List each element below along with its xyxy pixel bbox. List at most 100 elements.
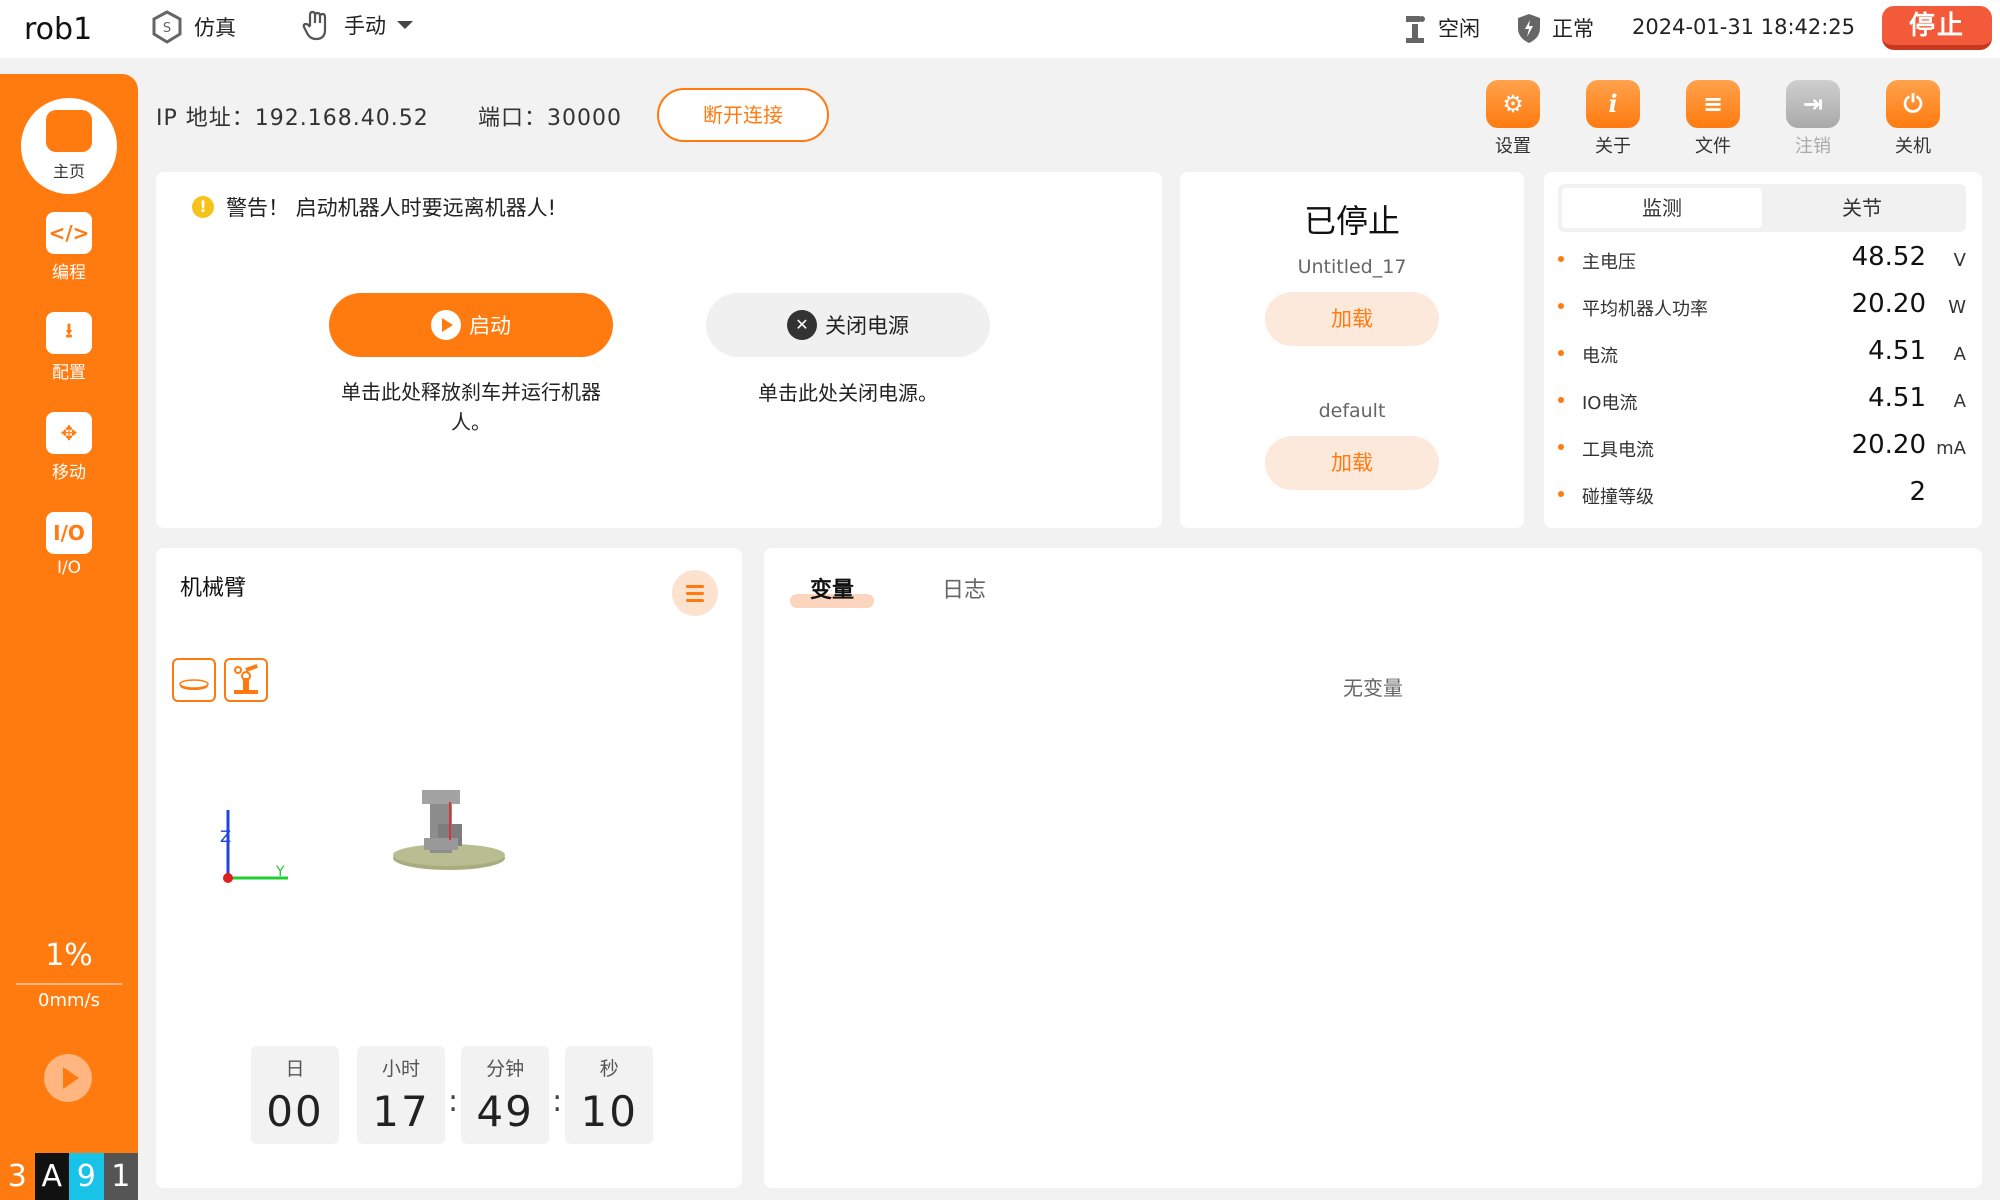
monitor-panel: 监测 关节 主电压 48.52 V 平均机器人功率 20.20 W 电流 4.5… <box>1544 172 1982 528</box>
monitor-row: 工具电流 20.20 mA <box>1558 430 1966 470</box>
timer-hours-label: 小时 <box>381 1058 420 1080</box>
io-icon: I/O <box>46 512 92 554</box>
play-circle-icon <box>431 310 461 340</box>
monitor-label: 电流 <box>1582 346 1618 367</box>
tab-log-label: 日志 <box>942 578 987 603</box>
robot-arm-icon <box>1406 16 1425 43</box>
monitor-unit: V <box>1953 250 1966 271</box>
tab-log[interactable]: 日志 <box>922 568 1006 608</box>
disconnect-button[interactable]: 断开连接 <box>657 88 829 142</box>
bullet-dot <box>1558 256 1564 262</box>
arm-panel: 机械臂 Z Y 日 00 小时 17: 分钟 49: 秒 10 <box>156 548 742 1188</box>
monitor-row: 碰撞等级 2 <box>1558 477 1966 517</box>
base-view-button[interactable] <box>172 658 216 702</box>
tag-item: A <box>34 1153 69 1200</box>
variables-panel: 变量 日志 无变量 <box>764 548 1982 1188</box>
program-name: Untitled_17 <box>1297 256 1407 278</box>
load-program-button[interactable]: 加载 <box>1265 292 1439 346</box>
base-plate-icon <box>179 679 209 690</box>
file-button[interactable]: ≡ 文件 <box>1673 80 1753 158</box>
shutdown-label: 关机 <box>1895 136 1931 157</box>
tag-strip: 3 A 9 1 <box>0 1153 138 1200</box>
list-menu-icon[interactable] <box>672 570 718 616</box>
logout-button[interactable]: ⇥ 注销 <box>1773 80 1853 158</box>
simulation-mode[interactable]: S 仿真 <box>150 10 236 44</box>
timer-minutes-value: 49 <box>476 1087 534 1136</box>
home-icon <box>46 110 92 152</box>
warning-text: 警告！ 启动机器人时要远离机器人! <box>226 196 557 220</box>
about-button[interactable]: i 关于 <box>1573 80 1653 158</box>
sidebar-item-program[interactable]: </> 编程 <box>0 212 138 283</box>
start-button-label: 启动 <box>469 314 511 338</box>
timer-days-label: 日 <box>285 1058 305 1080</box>
arm-panel-title: 机械臂 <box>180 576 247 601</box>
move-arrows-icon: ✥ <box>46 412 92 454</box>
control-mode-label: 手动 <box>344 14 386 38</box>
safety-shield-icon <box>1518 14 1540 43</box>
tab-variables-label: 变量 <box>810 578 855 603</box>
tag-item: 3 <box>0 1153 35 1200</box>
safety-state: 正常 <box>1516 12 1594 44</box>
monitor-unit: mA <box>1936 438 1966 459</box>
sidebar-item-label: 主页 <box>52 162 85 181</box>
settings-label: 设置 <box>1495 136 1531 157</box>
power-off-button[interactable]: ✕ 关闭电源 <box>706 293 990 357</box>
file-label: 文件 <box>1695 136 1731 157</box>
top-bar: rob1 S 仿真 手动 空闲 正常 2024-01-31 18:42:25 停… <box>0 0 2000 58</box>
tab-variables[interactable]: 变量 <box>790 568 875 608</box>
play-icon[interactable] <box>44 1054 92 1102</box>
bullet-dot <box>1558 397 1564 403</box>
tab-joints[interactable]: 关节 <box>1762 188 1962 228</box>
logout-label: 注销 <box>1795 136 1831 157</box>
chevron-down-icon <box>397 21 413 29</box>
timer-days: 日 00 <box>251 1046 339 1144</box>
monitor-value: 4.51 <box>1868 383 1926 413</box>
sidebar-item-move[interactable]: ✥ 移动 <box>0 412 138 483</box>
robot-state: 空闲 <box>1402 12 1480 44</box>
sidebar-item-config[interactable]: ⭳ 配置 <box>0 312 138 383</box>
monitor-label: 碰撞等级 <box>1582 487 1654 508</box>
power-icon: ⏻ <box>1886 80 1940 128</box>
file-icon: ≡ <box>1686 80 1740 128</box>
datetime: 2024-01-31 18:42:25 <box>1632 15 1856 39</box>
load-default-button[interactable]: 加载 <box>1265 436 1439 490</box>
timer-seconds-value: 10 <box>580 1087 638 1136</box>
sidebar-item-io[interactable]: I/O I/O <box>0 512 138 578</box>
port: 端口：30000 <box>478 100 622 132</box>
timer-minutes: 分钟 49 <box>461 1046 550 1144</box>
monitor-row: 电流 4.51 A <box>1558 336 1966 376</box>
monitor-unit: A <box>1953 391 1966 412</box>
speed-percent[interactable]: 1% <box>0 938 138 973</box>
logout-icon: ⇥ <box>1786 80 1840 128</box>
sidebar-item-label: I/O <box>56 558 82 578</box>
control-mode-dropdown[interactable]: 手动 <box>300 8 414 42</box>
robot-name: rob1 <box>24 12 93 47</box>
variables-tabs: 变量 日志 <box>790 568 1006 608</box>
settings-button[interactable]: ⚙ 设置 <box>1473 80 1553 158</box>
runtime-timer: 日 00 小时 17 : 分钟 49 : 秒 10 <box>251 1046 654 1144</box>
port-label: 端口： <box>478 106 548 131</box>
monitor-row: IO电流 4.51 A <box>1558 383 1966 423</box>
speed-divider <box>16 983 122 985</box>
shutdown-button[interactable]: ⏻ 关机 <box>1873 80 1953 158</box>
ip-address-value: 192.168.40.52 <box>254 106 429 131</box>
robot-3d-scene[interactable]: Z Y <box>196 738 676 938</box>
monitor-value: 48.52 <box>1851 242 1926 272</box>
timer-separator: : <box>552 1084 563 1119</box>
stop-button[interactable]: 停止 <box>1882 6 1992 50</box>
bullet-dot <box>1558 444 1564 450</box>
ip-address: IP 地址：192.168.40.52 <box>156 100 429 132</box>
y-axis-label: Y <box>275 864 285 880</box>
robot-state-label: 空闲 <box>1438 17 1480 41</box>
tag-item: 1 <box>103 1153 138 1200</box>
z-axis-label: Z <box>220 827 231 846</box>
sidebar-item-label: 编程 <box>52 263 86 283</box>
monitor-label: 工具电流 <box>1582 440 1654 461</box>
start-button[interactable]: 启动 <box>329 293 613 357</box>
robot-view-button[interactable] <box>224 658 268 702</box>
power-off-description: 单击此处关闭电源。 <box>758 381 938 405</box>
sidebar: 主页 </> 编程 ⭳ 配置 ✥ 移动 I/O I/O <box>0 74 138 1200</box>
program-state: 已停止 <box>1303 202 1400 240</box>
sidebar-item-home[interactable]: 主页 <box>21 98 117 194</box>
tab-monitor[interactable]: 监测 <box>1562 188 1762 228</box>
